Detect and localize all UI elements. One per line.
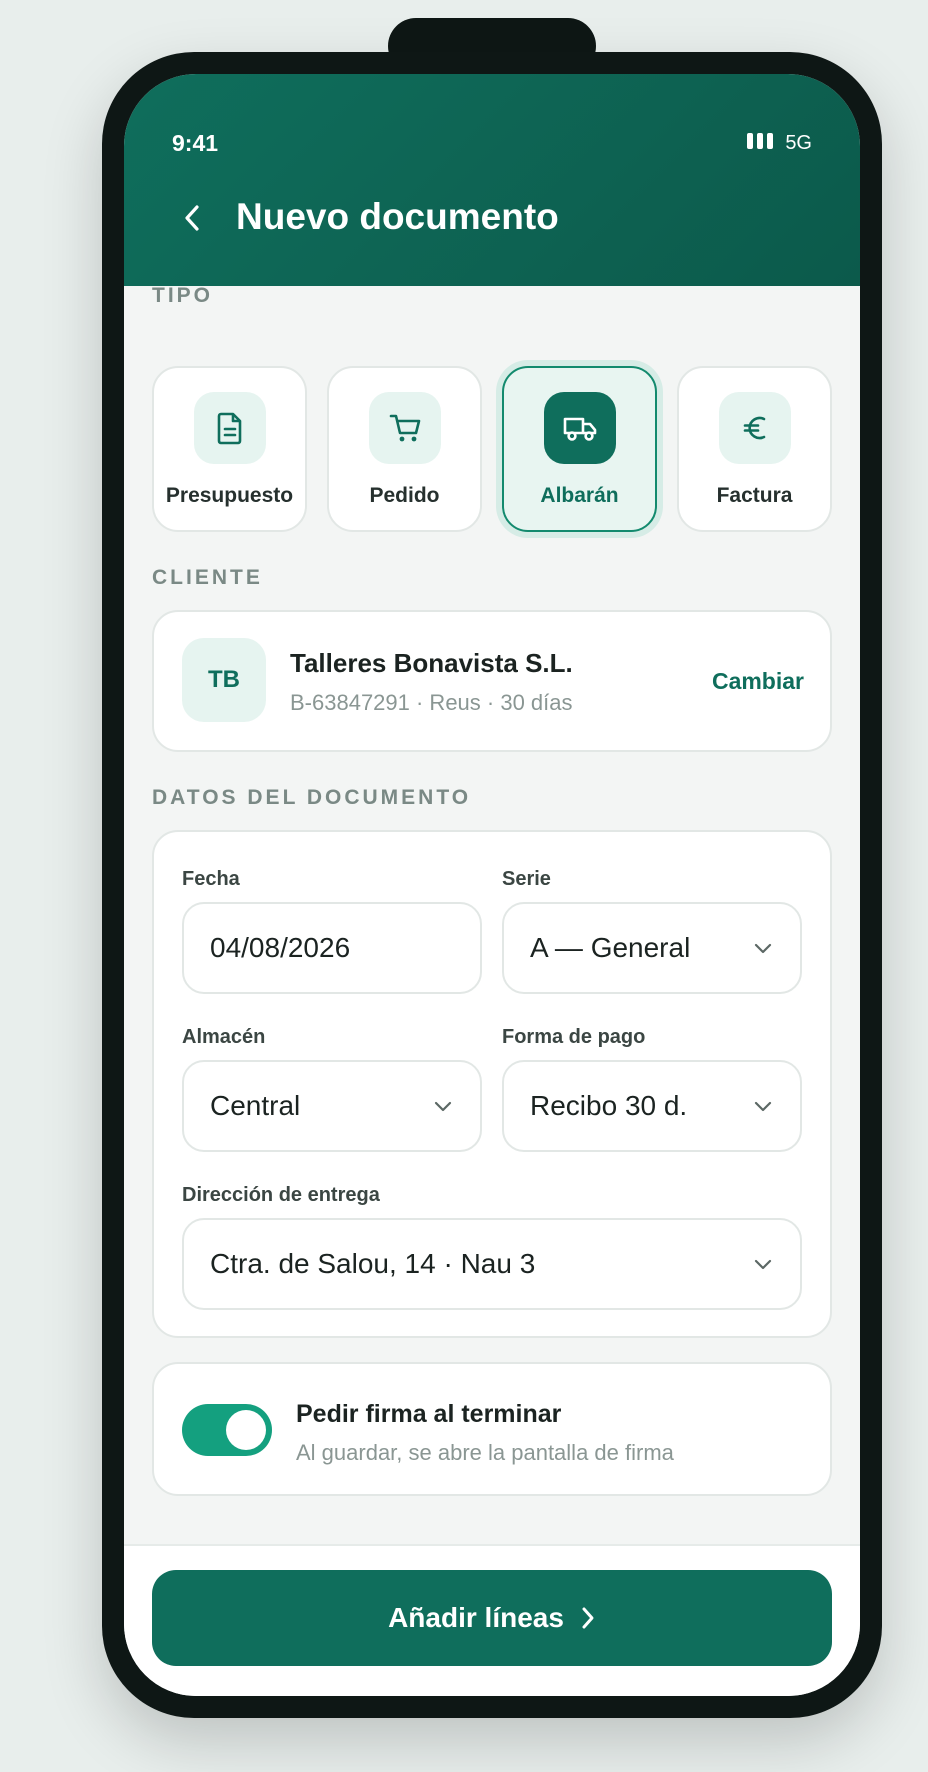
type-label: Factura [716, 484, 793, 507]
signature-title: Pedir firma al terminar [296, 1400, 562, 1428]
status-time: 9:41 [172, 130, 219, 156]
chevron-down-icon [754, 1101, 772, 1112]
forma-pago-value: Recibo 30 d. [530, 1090, 688, 1121]
forma-pago-select[interactable]: Recibo 30 d. [502, 1060, 802, 1152]
type-presupuesto[interactable]: Presupuesto [152, 366, 307, 532]
euro-icon [718, 392, 791, 464]
document-icon [193, 392, 266, 464]
type-factura[interactable]: Factura [677, 366, 832, 532]
signature-toggle[interactable] [182, 1404, 272, 1456]
type-label: Pedido [369, 484, 440, 507]
serie-value: A — General [530, 932, 691, 963]
client-avatar: TB [182, 638, 266, 722]
client-meta: B-63847291 · Reus · 30 días [290, 690, 573, 715]
app-screen: 9:41 5G Nuevo documento TIPO Presupuesto [124, 74, 860, 1696]
chevron-down-icon [434, 1101, 452, 1112]
client-card: TB Talleres Bonavista S.L. B-63847291 · … [152, 610, 832, 752]
section-label-cliente: CLIENTE [152, 566, 263, 589]
chevron-left-icon [185, 205, 199, 231]
type-pedido[interactable]: Pedido [327, 366, 482, 532]
almacen-select[interactable]: Central [182, 1060, 482, 1152]
document-data-card: Fecha 04/08/2026 Serie A — General Almac… [152, 830, 832, 1338]
type-albaran[interactable]: Albarán [502, 366, 657, 532]
fecha-label: Fecha [182, 868, 240, 890]
direccion-value: Ctra. de Salou, 14 · Nau 3 [210, 1248, 536, 1279]
fecha-value: 04/08/2026 [210, 932, 351, 963]
signal-icon [747, 132, 777, 155]
bottom-action-bar: Añadir líneas [124, 1544, 860, 1696]
app-header: 9:41 5G Nuevo documento [124, 74, 860, 286]
direccion-select[interactable]: Ctra. de Salou, 14 · Nau 3 [182, 1218, 802, 1310]
fecha-field[interactable]: 04/08/2026 [182, 902, 482, 994]
cart-icon [368, 392, 441, 464]
truck-icon [543, 392, 616, 464]
add-lines-label: Añadir líneas [388, 1602, 564, 1633]
document-type-selector: Presupuesto Pedido Albarán Factura [152, 366, 832, 532]
back-button[interactable] [174, 200, 210, 236]
chevron-down-icon [754, 943, 772, 954]
section-label-datos: DATOS DEL DOCUMENTO [152, 786, 472, 809]
signature-subtitle: Al guardar, se abre la pantalla de firma [296, 1440, 674, 1465]
almacen-label: Almacén [182, 1026, 266, 1048]
add-lines-button[interactable]: Añadir líneas [152, 1570, 832, 1666]
chevron-down-icon [754, 1259, 772, 1270]
direccion-label: Dirección de entrega [182, 1184, 380, 1206]
toggle-knob [226, 1410, 266, 1450]
serie-select[interactable]: A — General [502, 902, 802, 994]
network-label: 5G [785, 132, 812, 154]
section-label-tipo: TIPO [152, 284, 214, 307]
forma-pago-label: Forma de pago [502, 1026, 646, 1048]
status-indicators: 5G [747, 132, 812, 155]
chevron-right-icon [582, 1607, 594, 1629]
serie-label: Serie [502, 868, 551, 890]
page-title: Nuevo documento [236, 196, 559, 237]
change-client-button[interactable]: Cambiar [712, 668, 804, 695]
signature-card: Pedir firma al terminar Al guardar, se a… [152, 1362, 832, 1496]
type-label: Presupuesto [165, 484, 294, 507]
almacen-value: Central [210, 1090, 301, 1121]
type-label: Albarán [540, 484, 619, 507]
client-name: Talleres Bonavista S.L. [290, 648, 573, 678]
